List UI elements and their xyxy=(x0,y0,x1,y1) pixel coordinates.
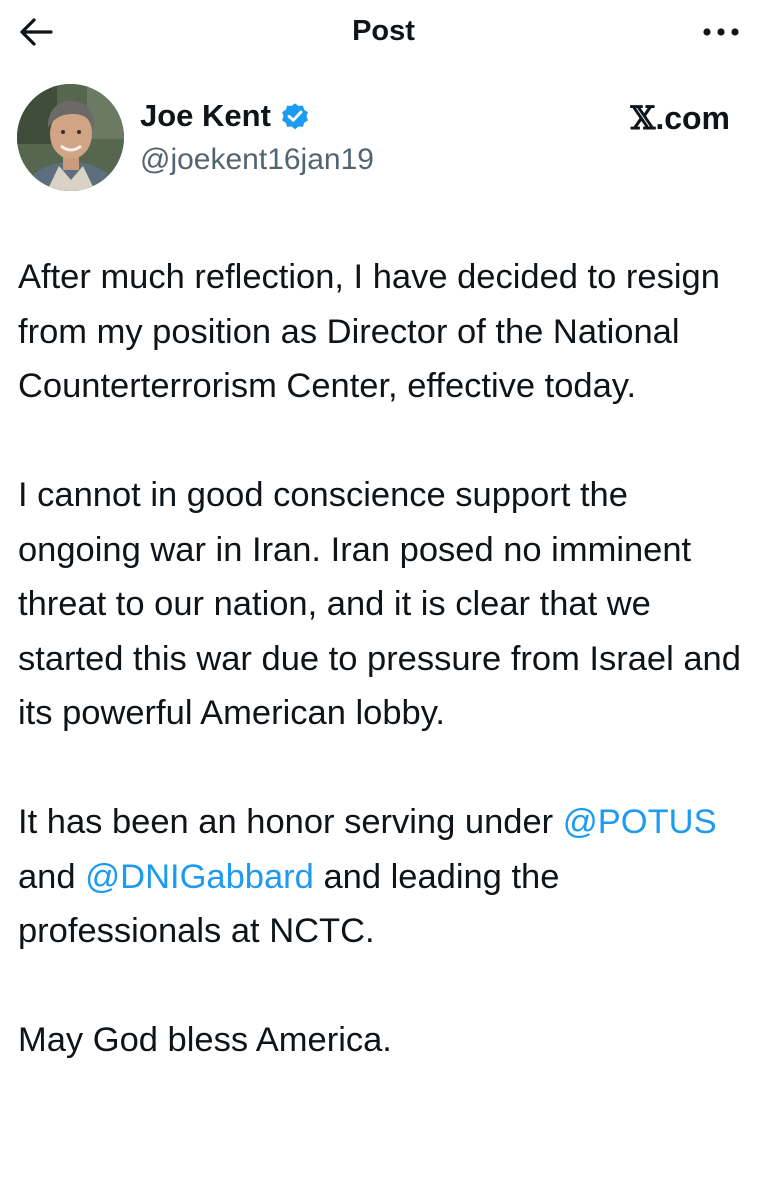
brand-suffix: .com xyxy=(655,100,730,136)
brand-logo: 𝕏.com xyxy=(630,98,730,138)
tweet-paragraph: May God bless America. xyxy=(18,1021,392,1059)
more-horizontal-icon xyxy=(703,28,739,36)
mention-link-potus[interactable]: @POTUS xyxy=(563,803,717,841)
page-title: Post xyxy=(352,15,415,47)
mention-link-dnigabbard[interactable]: @DNIGabbard xyxy=(85,858,314,896)
paragraph-text: It has been an honor serving under xyxy=(18,803,563,841)
verified-badge-icon xyxy=(281,103,308,130)
paragraph-text: and xyxy=(18,857,86,896)
tweet-paragraph: After much reflection, I have decided to… xyxy=(18,258,720,405)
author-handle[interactable]: @joekent16jan19 xyxy=(140,140,374,180)
more-button[interactable] xyxy=(699,12,743,52)
x-logo-icon: 𝕏 xyxy=(630,99,656,137)
top-bar: Post xyxy=(0,0,767,62)
profile-photo xyxy=(17,84,124,191)
avatar[interactable] xyxy=(17,84,124,191)
author-name[interactable]: Joe Kent xyxy=(140,96,311,136)
tweet-text: After much reflection, I have decided to… xyxy=(18,250,758,1122)
tweet-paragraph: I cannot in good conscience support the … xyxy=(18,476,741,732)
author-name-text: Joe Kent xyxy=(140,98,271,133)
tweet-paragraph: It has been an honor serving under @POTU… xyxy=(18,795,758,959)
